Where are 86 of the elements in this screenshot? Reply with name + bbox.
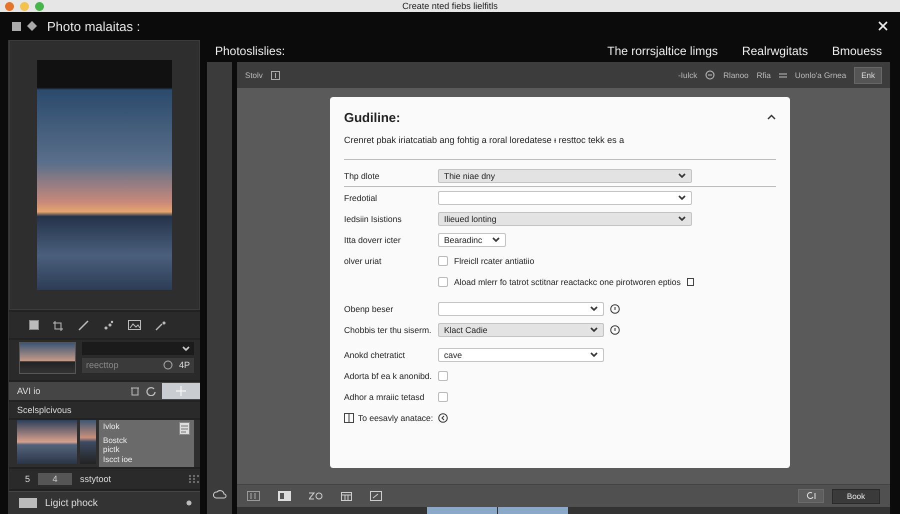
- thumb-text: Bostck: [103, 436, 128, 446]
- dropdown[interactable]: Ilieued lonting: [438, 212, 692, 226]
- checkbox[interactable]: [438, 276, 448, 286]
- toolbar-item[interactable]: -Iulck: [678, 70, 698, 80]
- nav-link[interactable]: Bmouess: [832, 44, 882, 58]
- chevron-down-icon: [590, 351, 598, 358]
- photo-placeholder: [19, 342, 76, 374]
- refresh-icon[interactable]: [146, 386, 156, 396]
- count-field[interactable]: 4: [38, 473, 72, 486]
- field-label: Adorta bf ea k anonibd.: [344, 370, 432, 380]
- square-icon[interactable]: [12, 22, 21, 30]
- checkbox[interactable]: [438, 256, 448, 266]
- chevron-down-icon: [678, 194, 686, 201]
- toggle-button[interactable]: [162, 382, 200, 399]
- image-icon[interactable]: [128, 320, 141, 330]
- toolbar-item[interactable]: Rlanoo: [723, 70, 749, 80]
- field-label: Anokd chetratict: [344, 350, 405, 360]
- note-icon[interactable]: [686, 278, 694, 286]
- dialog-description: Crenret pbak iriatcatiab ang fohtig a roral loredatese ᵻ resttoc tekk es a: [344, 135, 626, 145]
- preset-value: 4P: [178, 360, 190, 370]
- checkbox-label: Aload mlerr fo tatrot sctitnar reactackc one pirotworen eptios: [454, 276, 681, 286]
- toolbar-item[interactable]: Rfia: [756, 70, 771, 80]
- field-label: Obenp beser: [344, 304, 394, 314]
- equals-icon[interactable]: [778, 72, 787, 78]
- field-label: Adhor a mraiic tetasd: [344, 392, 424, 402]
- layout-icon[interactable]: [189, 474, 200, 485]
- dots-icon[interactable]: [103, 320, 114, 331]
- nav-link[interactable]: The rorrsjaltice limgs: [607, 44, 718, 58]
- field-label: Fredotial: [344, 192, 378, 202]
- chevron-down-icon: [182, 344, 190, 352]
- chevron-down-icon: [678, 172, 686, 179]
- window-title: Create nted fiebs lielfitls: [402, 0, 498, 12]
- checkbox[interactable]: [438, 370, 448, 380]
- toolbar-label: Stolv: [245, 70, 263, 80]
- file-label: AVI io: [17, 386, 40, 396]
- chevron-down-icon: [492, 236, 500, 243]
- close-icon[interactable]: [878, 21, 888, 31]
- field-label: olver uriat: [344, 256, 382, 266]
- arrow-circle-icon[interactable]: [438, 412, 448, 422]
- field-label: Iedsiin Isistions: [344, 214, 402, 224]
- dropdown[interactable]: cave: [438, 348, 604, 362]
- footer-text: sstytoot: [80, 474, 112, 484]
- thumb-text: Iscct ioe: [103, 455, 134, 466]
- frame-icon[interactable]: [370, 491, 382, 501]
- info-icon[interactable]: [270, 70, 280, 80]
- content-title: Photoslislies:: [215, 44, 286, 58]
- rotate-button[interactable]: [798, 489, 824, 503]
- circle-icon[interactable]: [162, 360, 173, 370]
- dialog-title: Gudiline:: [344, 110, 400, 124]
- thumb-text: pictk: [103, 445, 120, 456]
- trash-icon[interactable]: [130, 386, 140, 396]
- book-button[interactable]: Book: [832, 488, 880, 504]
- cloud-icon[interactable]: [212, 489, 226, 500]
- thumb-text: Ivlok: [103, 422, 120, 433]
- checkbox-label: Flreicll rcater antiatiio: [454, 256, 534, 266]
- app-title: Photo malaitas :: [47, 18, 140, 34]
- wand-icon[interactable]: [155, 320, 166, 331]
- card-icon[interactable]: [278, 491, 291, 501]
- checkbox[interactable]: [438, 392, 448, 402]
- square-icon[interactable]: [29, 320, 39, 330]
- field-label: To eesavly anatace:: [358, 412, 434, 422]
- color-swatch: [19, 498, 37, 508]
- brush-icon[interactable]: [78, 320, 89, 331]
- crop-icon[interactable]: [53, 320, 64, 331]
- field-label: Itta doverr icter: [344, 234, 401, 244]
- dropdown[interactable]: Bearadinc: [438, 232, 506, 246]
- chevron-down-icon: [678, 215, 686, 222]
- dropdown[interactable]: Klact Cadie: [438, 322, 604, 336]
- chevron-down-icon: [590, 326, 598, 333]
- field-label: Thp dlote: [344, 170, 380, 180]
- dropdown[interactable]: Thie niae dny: [438, 168, 692, 182]
- field-label: Chobbis ter thu siserm.: [344, 324, 432, 334]
- diamond-icon[interactable]: [27, 21, 37, 31]
- columns-icon[interactable]: [247, 491, 260, 501]
- edit-button[interactable]: Enk: [854, 66, 882, 84]
- document-icon: [179, 422, 190, 435]
- dot-icon[interactable]: [186, 500, 192, 506]
- section-title: Scelsplcivous: [9, 402, 200, 418]
- photo-placeholder: [80, 420, 96, 464]
- number-label: 5: [25, 474, 30, 484]
- grid-icon[interactable]: [341, 492, 352, 500]
- photo-placeholder: [17, 420, 77, 464]
- chevron-down-icon: [590, 305, 598, 312]
- toolbar-item[interactable]: Uonlo'a Grnea: [794, 70, 846, 80]
- collapse-icon[interactable]: [767, 114, 776, 120]
- nav-link[interactable]: Realrwgitats: [742, 44, 808, 58]
